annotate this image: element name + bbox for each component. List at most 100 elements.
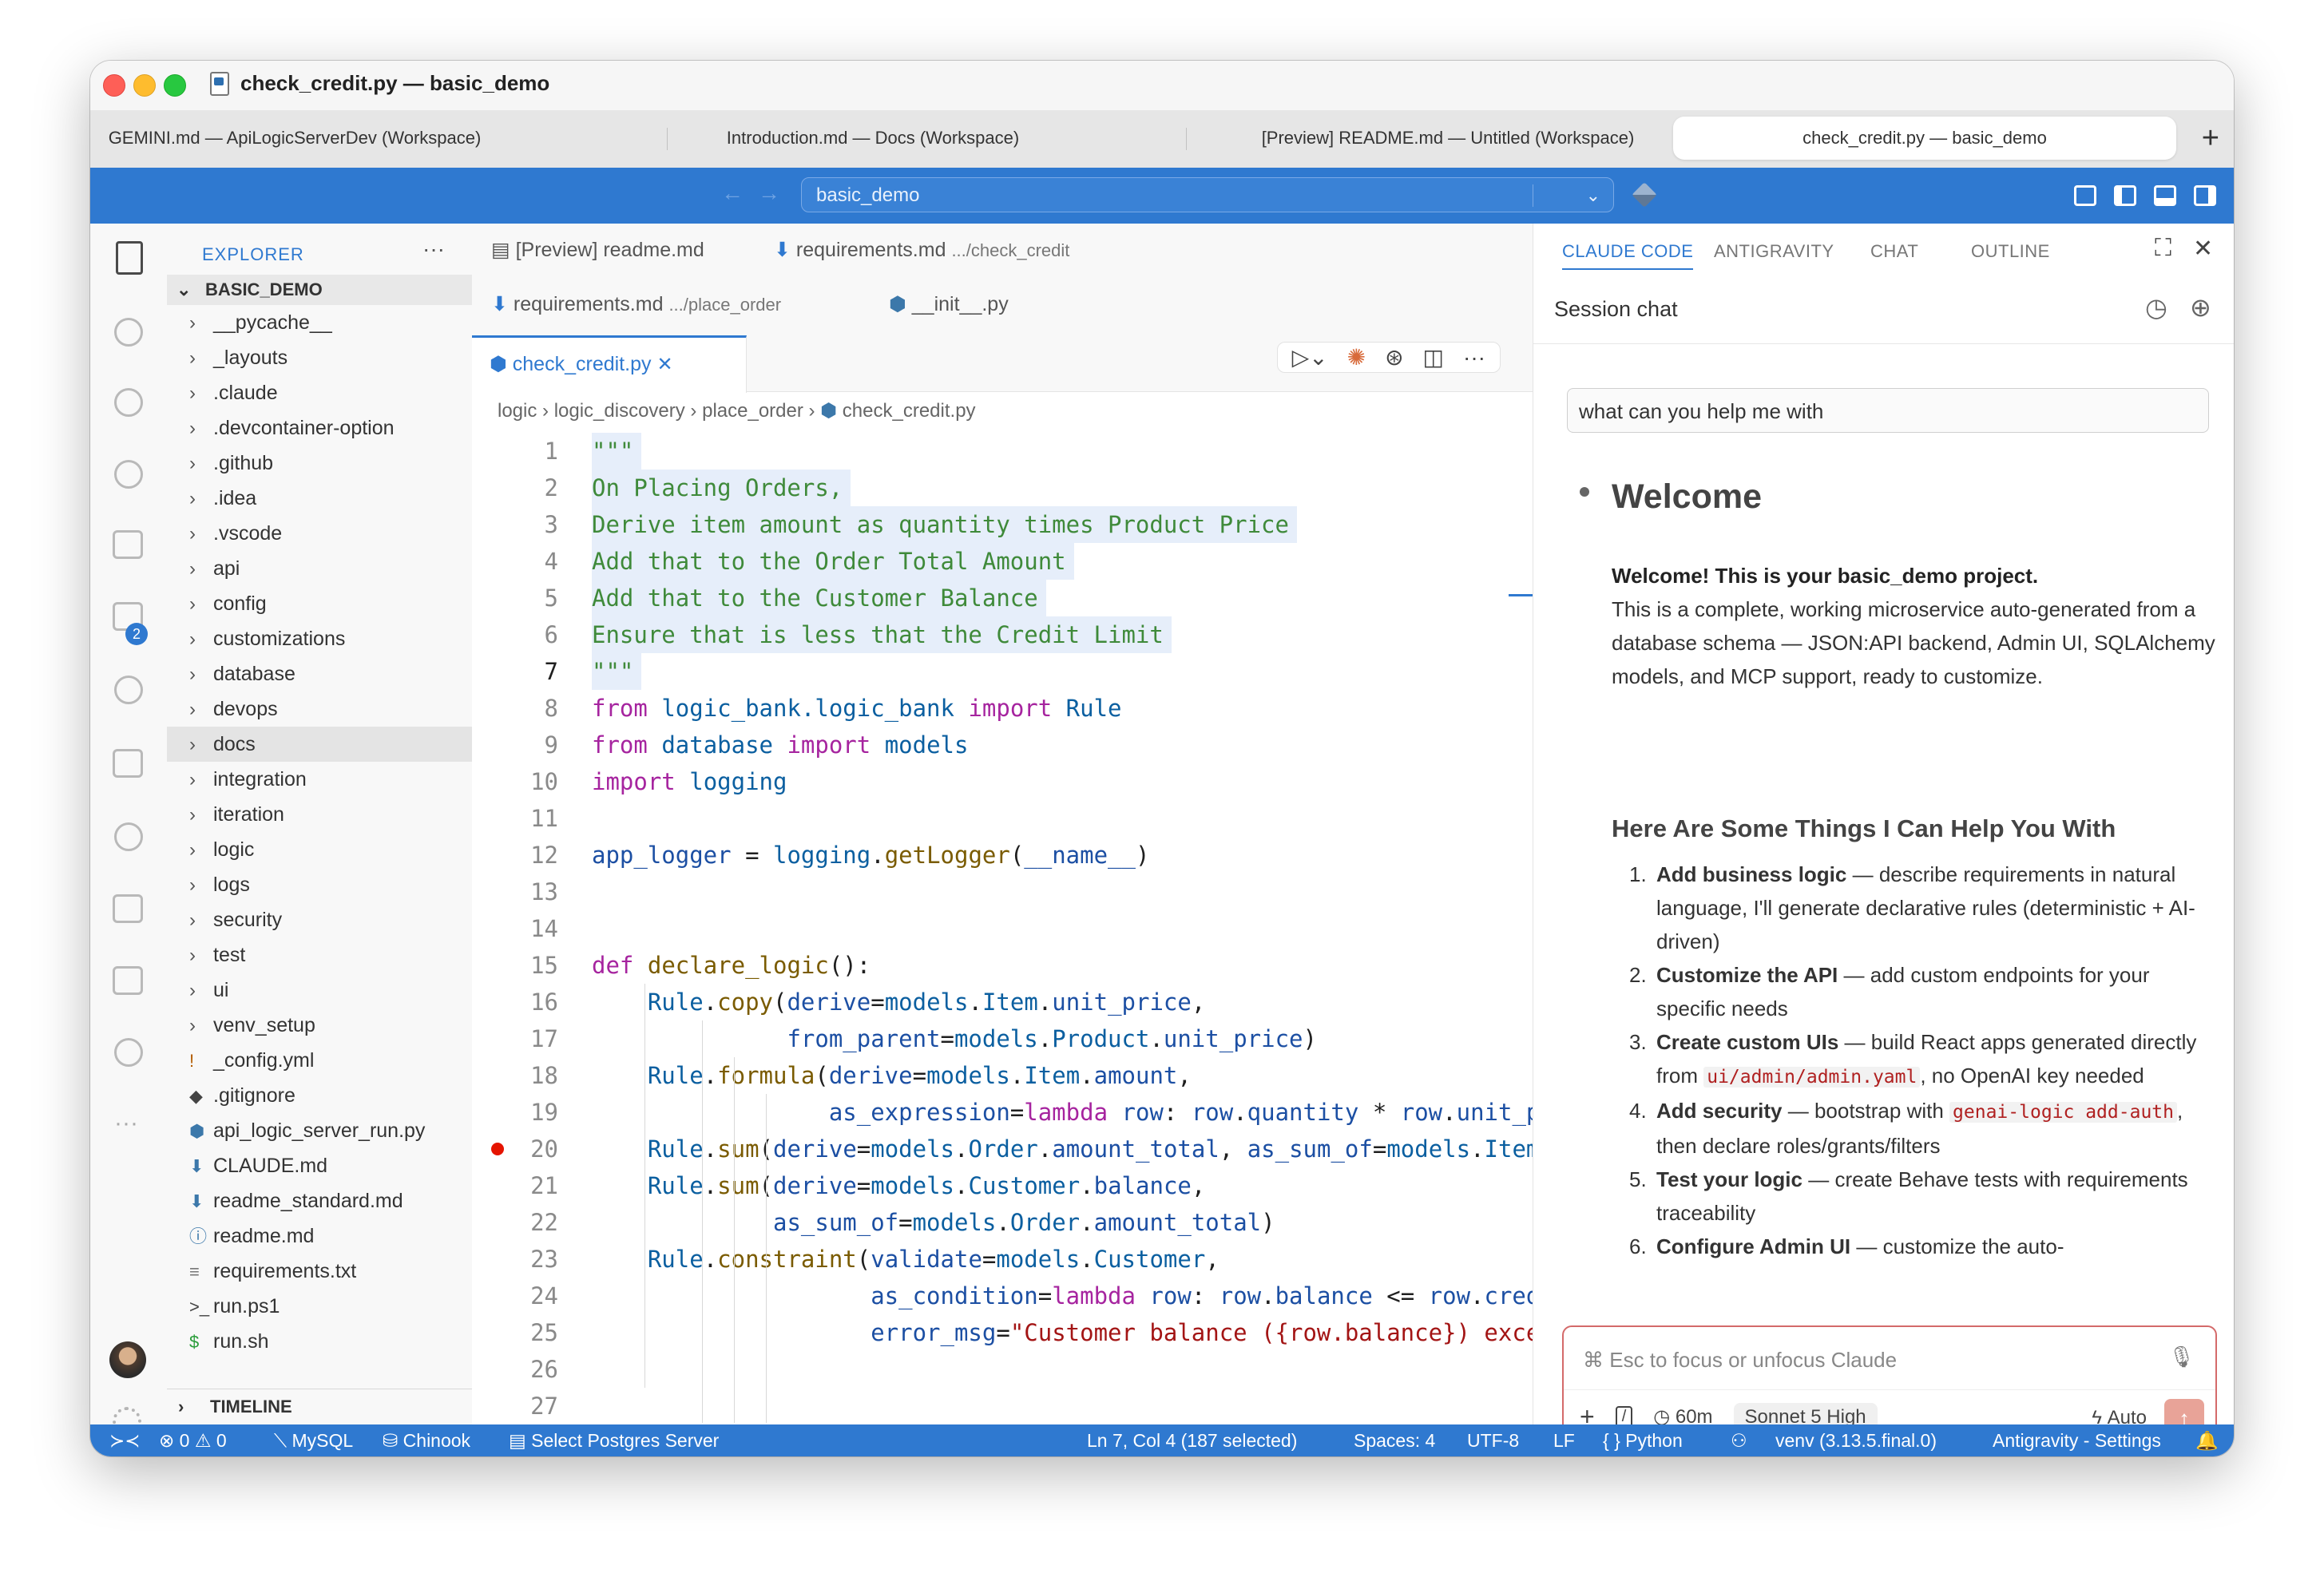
tree-folder[interactable]: › devops (167, 691, 472, 727)
editor-tab-init[interactable]: ⬢ __init__.py (889, 292, 1009, 316)
tree-file[interactable]: ! _config.yml (167, 1043, 472, 1078)
more-actions-icon[interactable]: ··· (422, 236, 445, 262)
tree-file[interactable]: ⬢ api_logic_server_run.py (167, 1113, 472, 1148)
close-tab-icon[interactable]: ✕ (656, 354, 672, 375)
project-folder-header[interactable]: ⌄ BASIC_DEMO (167, 275, 472, 305)
tree-folder[interactable]: › .idea (167, 481, 472, 516)
code-line[interactable]: def declare_logic(): (592, 947, 871, 984)
chat-input-placeholder[interactable]: ⌘ Esc to focus or unfocus Claude (1583, 1348, 1897, 1373)
tree-folder[interactable]: › api (167, 551, 472, 586)
copilot-icon[interactable]: ⚇ (1731, 1424, 1747, 1456)
history-icon[interactable]: ◷ (2145, 292, 2167, 323)
window-tab-introduction[interactable]: Introduction.md — Docs (Workspace) (673, 117, 1073, 160)
microphone-icon[interactable]: 🎙 (2168, 1345, 2195, 1369)
toggle-primary-sidebar-icon[interactable] (2114, 185, 2136, 206)
problems-status[interactable]: ⊗ 0 ⚠ 0 (159, 1424, 227, 1456)
breadcrumb-item[interactable]: logic_discovery (554, 400, 685, 422)
code-line[interactable]: Rule.copy(derive=models.Item.unit_price, (592, 984, 1205, 1020)
tree-folder[interactable]: › docs (167, 727, 472, 762)
breadcrumb-item[interactable]: check_credit.py (843, 400, 976, 422)
code-line[interactable]: On Placing Orders, (592, 470, 851, 506)
close-icon[interactable]: ✕ (2193, 235, 2213, 263)
tree-folder[interactable]: › database (167, 656, 472, 691)
search-icon[interactable] (114, 460, 143, 489)
remote-explorer-icon[interactable] (113, 530, 143, 559)
code-line[interactable]: Rule.sum(derive=models.Customer.balance, (592, 1167, 1205, 1204)
tree-file[interactable]: >_ run.ps1 (167, 1289, 472, 1324)
tab-antigravity[interactable]: ANTIGRAVITY (1714, 241, 1834, 262)
code-line[interactable]: error_msg="Customer balance ({row.balanc… (592, 1314, 1533, 1351)
timeline-section[interactable]: › TIMELINE (167, 1389, 472, 1424)
chinook-status[interactable]: ⛁ Chinook (383, 1424, 470, 1456)
database-icon[interactable] (113, 894, 143, 923)
remote-icon[interactable]: ≻≺ (109, 1424, 141, 1456)
code-line[interactable]: Rule.constraint(validate=models.Customer… (592, 1241, 1220, 1278)
tree-folder[interactable]: › integration (167, 762, 472, 797)
claude-icon[interactable]: ✺ (1347, 344, 1366, 370)
tree-folder[interactable]: › iteration (167, 797, 472, 832)
tree-file[interactable]: ≡ requirements.txt (167, 1254, 472, 1289)
venv-status[interactable]: venv (3.13.5.final.0) (1775, 1424, 1937, 1456)
tree-folder[interactable]: › __pycache__ (167, 305, 472, 340)
code-line[interactable]: """ (592, 653, 642, 690)
layers-icon[interactable] (113, 749, 143, 778)
indentation-status[interactable]: Spaces: 4 (1354, 1424, 1435, 1456)
account-avatar[interactable] (109, 1341, 146, 1378)
window-tab-gemini[interactable]: GEMINI.md — ApiLogicServerDev (Workspace… (95, 117, 494, 160)
breadcrumb-item[interactable]: place_order (702, 400, 803, 422)
tree-folder[interactable]: › _layouts (167, 340, 472, 375)
tree-file[interactable]: $ run.sh (167, 1324, 472, 1359)
tab-claude-code[interactable]: CLAUDE CODE (1562, 241, 1694, 270)
zoom-window-button[interactable] (164, 74, 186, 97)
cube-icon[interactable] (1632, 182, 1657, 208)
editor-tab-requirements-check-credit[interactable]: ⬇ requirements.md .../check_credit (774, 238, 1069, 262)
maximize-icon[interactable]: ⛶ (2155, 235, 2171, 262)
editor-tab-readme-preview[interactable]: ▤ [Preview] readme.md (491, 238, 704, 262)
code-line[interactable]: Add that to the Order Total Amount (592, 543, 1074, 580)
tree-file[interactable]: ⓘ readme.md (167, 1218, 472, 1254)
tree-folder[interactable]: › .github (167, 446, 472, 481)
command-center-search[interactable]: basic_demo ⌄ (801, 177, 1614, 212)
breadcrumb-item[interactable]: logic (498, 400, 537, 422)
tree-folder[interactable]: › .devcontainer-option (167, 410, 472, 446)
postgres-status[interactable]: ▤ Select Postgres Server (509, 1424, 719, 1456)
code-line[interactable]: as_expression=lambda row: row.quantity *… (592, 1094, 1533, 1131)
postgres-icon[interactable] (114, 822, 143, 851)
mysql-status[interactable]: ⟍ MySQL (274, 1424, 353, 1456)
code-line[interactable]: Add that to the Customer Balance (592, 580, 1046, 616)
code-line[interactable]: app_logger = logging.getLogger(__name__) (592, 837, 1149, 874)
code-line[interactable]: Derive item amount as quantity times Pro… (592, 506, 1297, 543)
tree-folder[interactable]: › logs (167, 867, 472, 902)
minimize-window-button[interactable] (133, 74, 156, 97)
tree-folder[interactable]: › venv_setup (167, 1008, 472, 1043)
code-line[interactable]: Rule.formula(derive=models.Item.amount, (592, 1057, 1192, 1094)
tree-folder[interactable]: › security (167, 902, 472, 937)
tree-folder[interactable]: › test (167, 937, 472, 973)
browser-preview-icon[interactable] (113, 966, 143, 995)
forward-arrow-icon[interactable]: → (758, 180, 780, 206)
code-line[interactable]: """ (592, 433, 642, 470)
split-editor-icon[interactable]: ◫ (1423, 344, 1444, 370)
more-icon[interactable]: ··· (114, 1110, 138, 1137)
settings-status[interactable]: Antigravity - Settings (1993, 1424, 2161, 1456)
tree-folder[interactable]: › .vscode (167, 516, 472, 551)
tree-file[interactable]: ◆ .gitignore (167, 1078, 472, 1113)
code-line[interactable]: from database import models (592, 727, 968, 763)
code-editor[interactable]: 1 """ 2 On Placing Orders, 3 Derive item amou… (472, 433, 1533, 1423)
chevron-down-icon[interactable]: ⌄ (1586, 178, 1600, 213)
explorer-icon[interactable] (116, 241, 143, 275)
code-line[interactable]: as_sum_of=models.Order.amount_total) (592, 1204, 1275, 1241)
toggle-secondary-sidebar-icon[interactable] (2194, 185, 2216, 206)
back-arrow-icon[interactable]: ← (721, 180, 744, 206)
new-tab-button[interactable]: + (2202, 118, 2219, 158)
code-line[interactable]: from_parent=models.Product.unit_price) (592, 1020, 1317, 1057)
close-window-button[interactable] (103, 74, 125, 97)
code-line[interactable]: import logging (592, 763, 787, 800)
eol-status[interactable]: LF (1553, 1424, 1575, 1456)
editor-tab-check-credit[interactable]: ⬢ check_credit.py ✕ (472, 335, 747, 393)
window-tab-readme-preview[interactable]: [Preview] README.md — Untitled (Workspac… (1192, 117, 1703, 160)
encoding-status[interactable]: UTF-8 (1467, 1424, 1519, 1456)
run-debug-icon[interactable] (114, 318, 143, 347)
tree-folder[interactable]: › .claude (167, 375, 472, 410)
source-control-icon[interactable] (114, 388, 143, 417)
